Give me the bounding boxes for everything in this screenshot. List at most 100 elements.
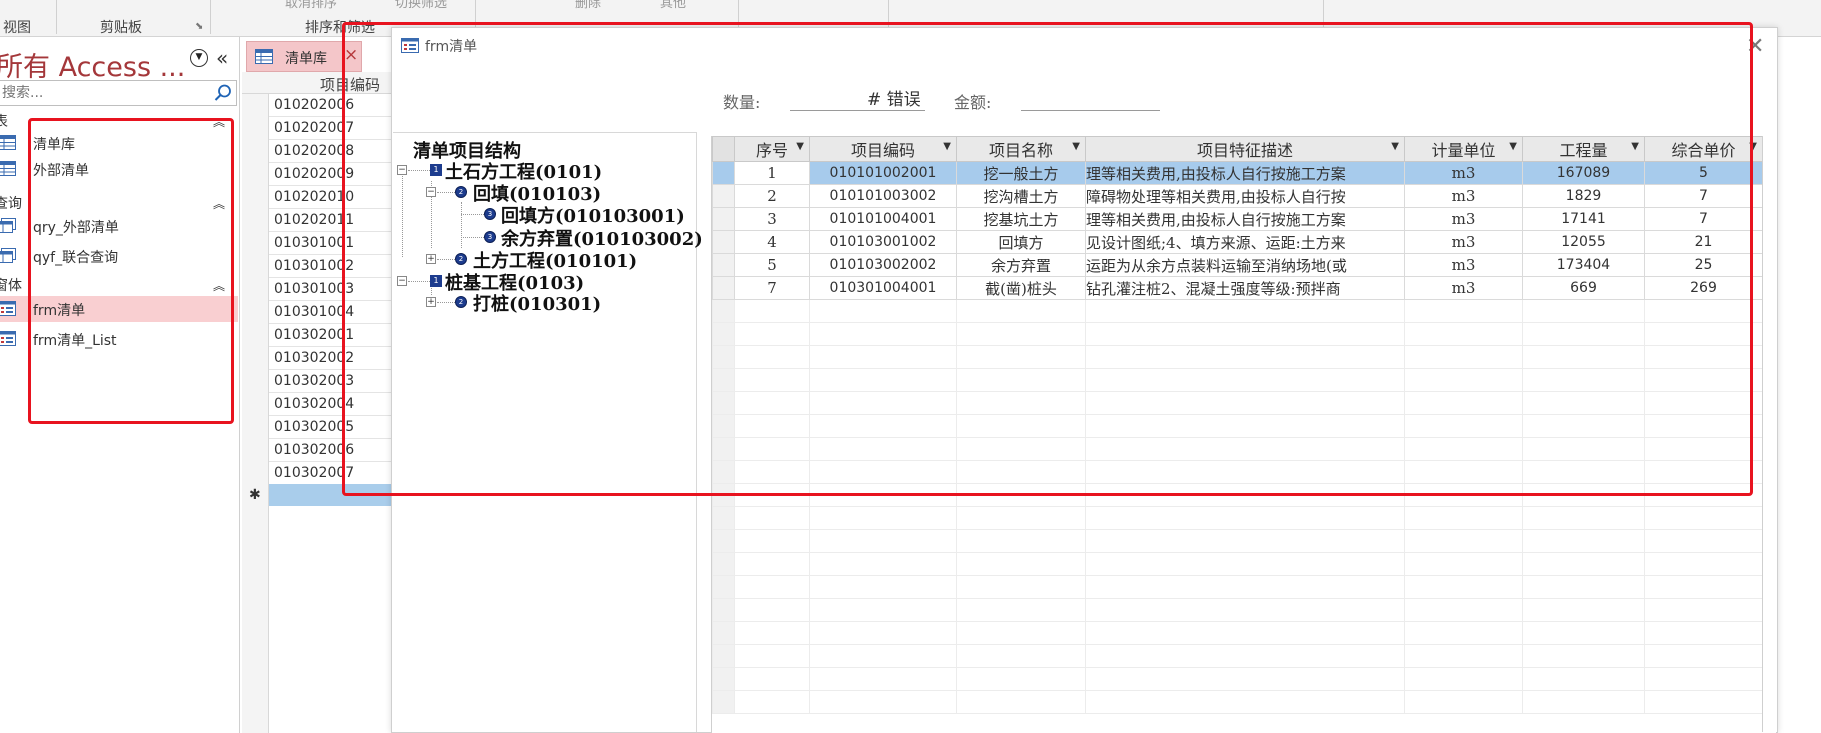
chevron-down-icon[interactable]: ▼ bbox=[190, 49, 208, 67]
empty-row bbox=[712, 644, 1763, 668]
empty-cell bbox=[809, 690, 957, 714]
dialog-launcher-icon[interactable]: ⬊ bbox=[195, 21, 203, 32]
empty-cell bbox=[1522, 644, 1645, 668]
empty-cell bbox=[1522, 552, 1645, 576]
empty-cell bbox=[956, 690, 1086, 714]
empty-cell bbox=[1644, 644, 1763, 668]
empty-row bbox=[712, 621, 1763, 645]
empty-cell bbox=[1522, 621, 1645, 645]
empty-cell bbox=[809, 575, 957, 599]
empty-row bbox=[712, 690, 1763, 714]
empty-cell bbox=[1404, 690, 1523, 714]
table-icon bbox=[255, 49, 273, 64]
query-icon bbox=[0, 248, 16, 263]
empty-cell bbox=[956, 506, 1086, 530]
empty-cell bbox=[734, 598, 810, 622]
empty-row bbox=[712, 529, 1763, 553]
empty-cell bbox=[1085, 621, 1405, 645]
empty-cell bbox=[1644, 529, 1763, 553]
empty-cell bbox=[734, 552, 810, 576]
empty-cell bbox=[956, 598, 1086, 622]
empty-row bbox=[712, 598, 1763, 622]
empty-cell bbox=[1404, 621, 1523, 645]
search-input[interactable] bbox=[2, 84, 207, 102]
empty-cell bbox=[734, 644, 810, 668]
nav-title[interactable]: 所有 Access ... bbox=[0, 45, 185, 84]
empty-cell bbox=[734, 690, 810, 714]
empty-cell bbox=[956, 575, 1086, 599]
collapse-icon[interactable]: « bbox=[216, 46, 228, 70]
empty-cell bbox=[809, 644, 957, 668]
table-icon bbox=[0, 135, 16, 150]
empty-cell bbox=[809, 506, 957, 530]
empty-cell bbox=[1644, 690, 1763, 714]
empty-cell bbox=[1085, 598, 1405, 622]
ribbon-cut-button[interactable]: 其他 bbox=[660, 0, 686, 11]
empty-cell bbox=[1085, 644, 1405, 668]
empty-row bbox=[712, 575, 1763, 599]
tab-label: 清单库 bbox=[285, 51, 327, 67]
empty-cell bbox=[809, 621, 957, 645]
empty-cell bbox=[734, 575, 810, 599]
empty-cell bbox=[809, 552, 957, 576]
nav-section-tables[interactable]: 表 bbox=[0, 111, 8, 131]
empty-cell bbox=[1644, 667, 1763, 691]
empty-cell bbox=[712, 598, 735, 622]
empty-cell bbox=[734, 506, 810, 530]
empty-cell bbox=[734, 667, 810, 691]
empty-cell bbox=[1644, 575, 1763, 599]
empty-cell bbox=[712, 552, 735, 576]
empty-cell bbox=[1404, 552, 1523, 576]
empty-cell bbox=[712, 506, 735, 530]
highlight-box-nav bbox=[28, 118, 234, 424]
ribbon-divider bbox=[56, 0, 57, 34]
empty-cell bbox=[712, 667, 735, 691]
empty-cell bbox=[712, 644, 735, 668]
empty-cell bbox=[1085, 529, 1405, 553]
ribbon-group-view: 视图 bbox=[3, 20, 31, 36]
empty-cell bbox=[1644, 621, 1763, 645]
empty-cell bbox=[1085, 506, 1405, 530]
nav-search bbox=[0, 80, 237, 106]
empty-cell bbox=[809, 667, 957, 691]
empty-cell bbox=[1522, 529, 1645, 553]
table-icon bbox=[0, 161, 16, 176]
empty-cell bbox=[1404, 644, 1523, 668]
empty-cell bbox=[1404, 506, 1523, 530]
ribbon-divider bbox=[210, 0, 211, 34]
empty-cell bbox=[1522, 667, 1645, 691]
empty-cell bbox=[956, 644, 1086, 668]
empty-cell bbox=[1644, 598, 1763, 622]
empty-cell bbox=[956, 621, 1086, 645]
form-icon bbox=[0, 301, 16, 316]
empty-cell bbox=[734, 621, 810, 645]
ribbon-cut-button[interactable]: 删除 bbox=[575, 0, 601, 11]
search-icon[interactable] bbox=[213, 83, 233, 103]
empty-cell bbox=[1085, 690, 1405, 714]
empty-cell bbox=[1644, 506, 1763, 530]
empty-cell bbox=[712, 690, 735, 714]
empty-cell bbox=[1522, 575, 1645, 599]
empty-cell bbox=[956, 667, 1086, 691]
empty-cell bbox=[1404, 575, 1523, 599]
query-icon bbox=[0, 218, 16, 233]
empty-cell bbox=[1522, 598, 1645, 622]
ribbon-group-clipboard: 剪贴板 bbox=[100, 20, 142, 36]
record-selector-column[interactable] bbox=[242, 94, 269, 733]
nav-section-forms[interactable]: 窗体 bbox=[0, 275, 22, 295]
empty-cell bbox=[956, 529, 1086, 553]
empty-cell bbox=[1644, 552, 1763, 576]
vertical-scrollbar[interactable] bbox=[1762, 136, 1763, 732]
empty-cell bbox=[809, 529, 957, 553]
highlight-box-form bbox=[342, 22, 1753, 496]
empty-cell bbox=[712, 575, 735, 599]
nav-section-queries[interactable]: 查询 bbox=[0, 193, 22, 213]
ribbon-cut-button[interactable]: 切换筛选 bbox=[395, 0, 447, 11]
empty-cell bbox=[712, 621, 735, 645]
form-icon bbox=[0, 331, 16, 346]
empty-cell bbox=[1404, 667, 1523, 691]
empty-cell bbox=[1085, 552, 1405, 576]
empty-cell bbox=[1404, 529, 1523, 553]
ribbon-cut-button[interactable]: 取消排序 bbox=[285, 0, 337, 11]
empty-row bbox=[712, 667, 1763, 691]
